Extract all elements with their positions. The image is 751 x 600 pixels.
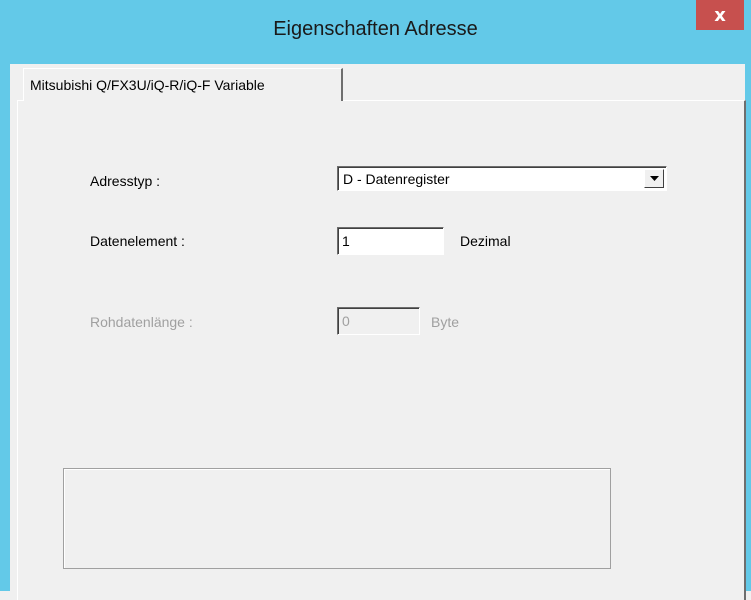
window-title: Eigenschaften Adresse: [273, 18, 478, 40]
tab-mitsubishi-variable[interactable]: Mitsubishi Q/FX3U/iQ-R/iQ-F Variable: [23, 68, 343, 101]
title-bar[interactable]: Eigenschaften Adresse x: [0, 0, 751, 64]
raw-data-length-input: 0: [337, 307, 420, 335]
raw-data-length-label: Rohdatenlänge :: [90, 314, 193, 330]
address-type-value: D - Datenregister: [343, 171, 450, 187]
info-groupbox: [63, 468, 611, 569]
data-element-unit: Dezimal: [460, 233, 511, 249]
raw-data-length-unit: Byte: [431, 314, 460, 330]
data-element-label: Datenelement :: [90, 233, 185, 249]
close-icon: x: [714, 4, 726, 26]
address-type-label: Adresstyp :: [90, 173, 161, 189]
close-button[interactable]: x: [696, 0, 744, 30]
dropdown-button[interactable]: [644, 169, 664, 188]
tab-label: Mitsubishi Q/FX3U/iQ-R/iQ-F Variable: [30, 77, 265, 93]
data-element-input[interactable]: 1: [337, 227, 444, 255]
address-type-select[interactable]: D - Datenregister: [337, 166, 667, 191]
window-frame-left: [0, 0, 10, 591]
chevron-down-icon: [649, 175, 659, 181]
